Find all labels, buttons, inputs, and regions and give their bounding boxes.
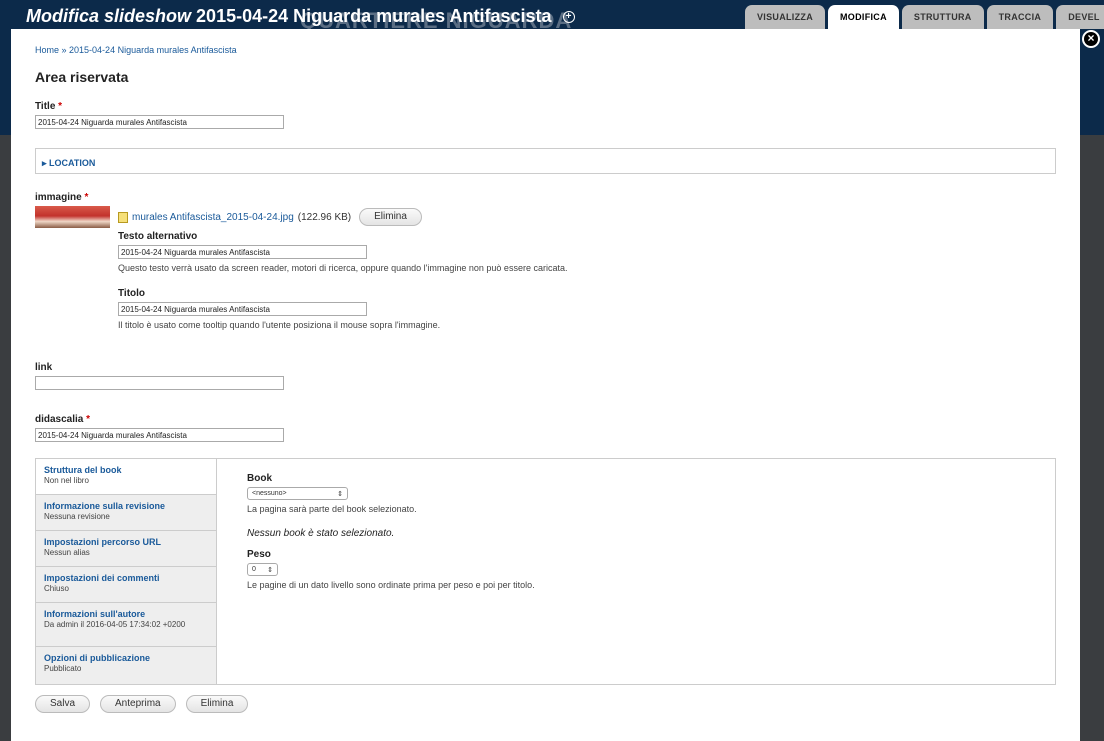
didascalia-field: didascalia * (35, 414, 284, 442)
vertical-tabs-list: Struttura del book Non nel libro Informa… (36, 459, 217, 684)
peso-select[interactable]: 0 ⇕ (247, 563, 278, 576)
image-file-icon (118, 211, 128, 223)
vtab-url-path[interactable]: Impostazioni percorso URL Nessun alias (36, 531, 216, 567)
location-toggle[interactable]: ▸ LOCATION (42, 158, 95, 168)
book-description: La pagina sarà parte del book selezionat… (247, 504, 417, 514)
title-input[interactable] (35, 115, 284, 129)
didascalia-input[interactable] (35, 428, 284, 442)
link-label: link (35, 362, 53, 373)
image-title-description: Il titolo è usato come tooltip quando l'… (118, 320, 441, 330)
image-thumbnail (35, 206, 110, 228)
book-select[interactable]: <nessuno> ⇕ (247, 487, 348, 500)
title-label-text: Title (35, 101, 56, 112)
preview-button[interactable]: Anteprima (100, 695, 176, 713)
peso-select-value: 0 (252, 566, 256, 573)
select-arrows-icon: ⇕ (337, 490, 343, 498)
overlay-title: Modifica slideshow 2015-04-24 Niguarda m… (26, 6, 575, 27)
breadcrumb-home[interactable]: Home (35, 45, 59, 55)
overlay-panel: Home » 2015-04-24 Niguarda murales Antif… (11, 29, 1080, 741)
file-size: (122.96 KB) (297, 211, 352, 223)
overlay-title-node: 2015-04-24 Niguarda murales Antifascista (196, 6, 552, 26)
image-title-label: Titolo (118, 288, 146, 299)
tab-modifica[interactable]: MODIFICA (828, 5, 899, 29)
required-marker: * (58, 101, 63, 112)
peso-label: Peso (247, 549, 271, 560)
vtab-summary: Non nel libro (44, 476, 89, 485)
alt-text-description: Questo testo verrà usato da screen reade… (118, 263, 568, 273)
select-arrows-icon: ⇕ (267, 566, 273, 574)
vtab-publishing[interactable]: Opzioni di pubblicazione Pubblicato (36, 647, 216, 683)
title-field: Title * (35, 101, 284, 129)
file-link[interactable]: murales Antifascista_2015-04-24.jpg (132, 212, 294, 223)
required-marker: * (84, 192, 89, 203)
vtab-summary: Nessun alias (44, 548, 90, 557)
image-title-field: Titolo Il titolo è usato come tooltip qu… (118, 288, 718, 330)
save-button[interactable]: Salva (35, 695, 91, 713)
file-row: murales Antifascista_2015-04-24.jpg (122… (118, 208, 422, 226)
location-fieldset[interactable]: ▸ LOCATION (35, 148, 1056, 174)
book-label: Book (247, 473, 272, 484)
vtab-title: Opzioni di pubblicazione (44, 653, 150, 663)
tab-struttura[interactable]: STRUTTURA (901, 5, 984, 29)
vtab-summary: Chiuso (44, 584, 69, 593)
breadcrumb: Home » 2015-04-24 Niguarda murales Antif… (35, 45, 1056, 55)
vtab-summary: Nessuna revisione (44, 512, 110, 521)
location-label: LOCATION (49, 158, 96, 168)
vtab-comments[interactable]: Impostazioni dei commenti Chiuso (36, 567, 216, 603)
title-label: Title * (35, 101, 284, 112)
alt-text-label: Testo alternativo (118, 231, 198, 242)
delete-button[interactable]: Elimina (185, 695, 249, 713)
overlay-title-action: Modifica slideshow (26, 6, 192, 26)
vtab-title: Informazione sulla revisione (44, 501, 166, 511)
vtab-summary: Da admin il 2016-04-05 17:34:02 +0200 (44, 620, 186, 629)
link-input[interactable] (35, 376, 284, 390)
alt-text-input[interactable] (118, 245, 367, 259)
didascalia-label: didascalia * (35, 414, 284, 425)
required-marker: * (86, 414, 91, 425)
remove-image-button[interactable]: Elimina (359, 208, 422, 226)
page-title: Area riservata (35, 69, 129, 85)
vertical-tabs: Struttura del book Non nel libro Informa… (35, 458, 1056, 685)
book-select-value: <nessuno> (252, 490, 287, 497)
close-icon[interactable]: × (1082, 30, 1100, 48)
link-field: link (35, 362, 284, 390)
overlay-tabs: VISUALIZZA MODIFICA STRUTTURA TRACCIA DE… (745, 5, 1104, 29)
form-actions: Salva Anteprima Elimina (35, 695, 249, 713)
vtab-title: Struttura del book (44, 465, 122, 475)
breadcrumb-current[interactable]: 2015-04-24 Niguarda murales Antifascista (69, 45, 237, 55)
image-label-text: immagine (35, 192, 82, 203)
vtab-revision[interactable]: Informazione sulla revisione Nessuna rev… (36, 495, 216, 531)
image-field: immagine * murales Antifascista_2015-04-… (35, 192, 735, 330)
breadcrumb-separator: » (59, 45, 70, 55)
tab-visualizza[interactable]: VISUALIZZA (745, 5, 825, 29)
alt-text-field: Testo alternativo Questo testo verrà usa… (118, 231, 718, 273)
book-settings-pane: Book <nessuno> ⇕ La pagina sarà parte de… (247, 473, 1027, 590)
add-shortcut-icon[interactable]: + (562, 11, 575, 24)
peso-description: Le pagine di un dato livello sono ordina… (247, 580, 535, 590)
vtab-author[interactable]: Informazioni sull'autore Da admin il 201… (36, 603, 216, 647)
vtab-title: Informazioni sull'autore (44, 609, 146, 619)
image-title-input[interactable] (118, 302, 367, 316)
vtab-title: Impostazioni dei commenti (44, 573, 160, 583)
didascalia-label-text: didascalia (35, 414, 84, 425)
image-label: immagine * (35, 192, 735, 203)
tab-devel[interactable]: DEVEL (1056, 5, 1104, 29)
tab-traccia[interactable]: TRACCIA (986, 5, 1054, 29)
no-book-message: Nessun book è stato selezionato. (247, 528, 395, 539)
vtab-title: Impostazioni percorso URL (44, 537, 162, 547)
vtab-summary: Pubblicato (44, 664, 82, 673)
vtab-book[interactable]: Struttura del book Non nel libro (36, 459, 216, 495)
